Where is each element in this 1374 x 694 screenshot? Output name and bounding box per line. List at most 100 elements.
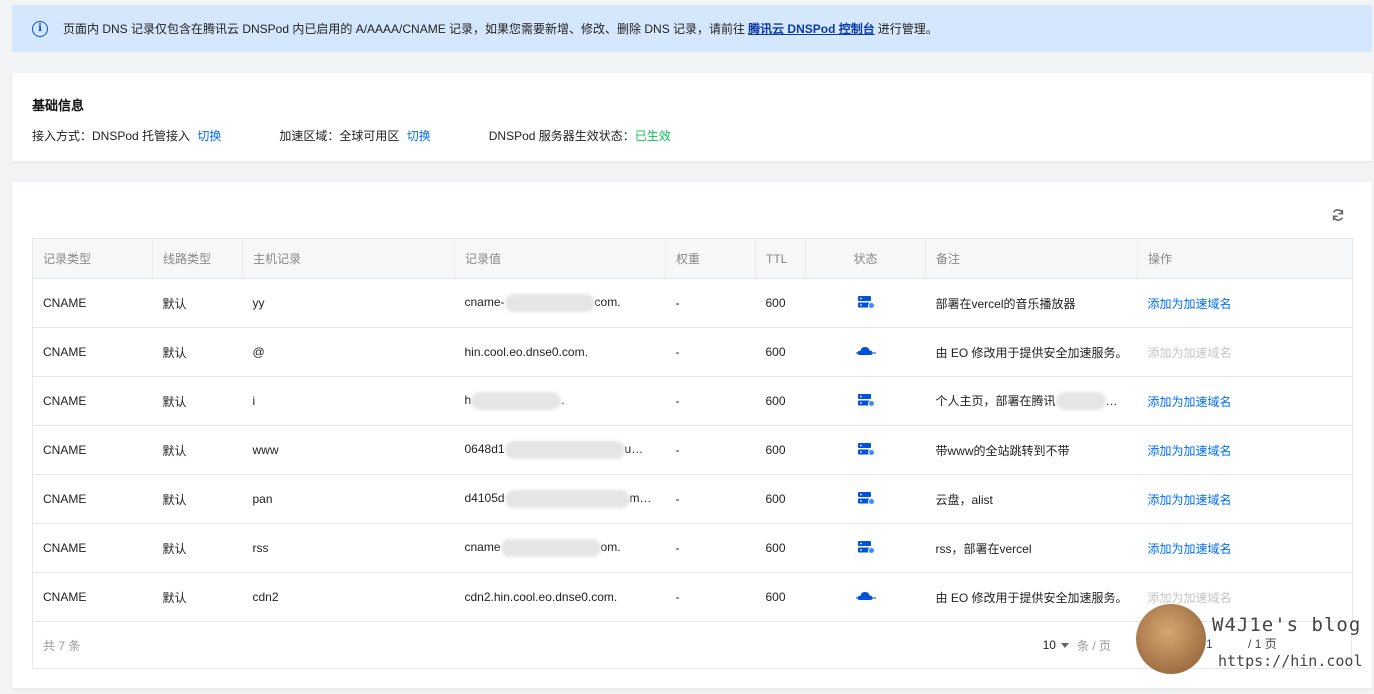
refresh-icon[interactable] [1331,208,1345,222]
access-method: 接入方式：DNSPod 托管接入 切换 [32,127,221,144]
region-label: 加速区域：全球可用区 [279,129,400,143]
cell-line-type: 默认 [152,278,243,328]
region-switch-link[interactable]: 切换 [407,129,431,143]
cell-record-type: CNAME [32,572,153,622]
record-value-suffix: . [561,393,565,408]
ttl: 600 [765,394,786,408]
cell-status [805,327,926,377]
weight: - [675,492,680,506]
host-record: yy [252,296,265,310]
cell-operation: 添加为加速域名 [1137,474,1353,524]
add-acceleration-domain-link[interactable]: 添加为加速域名 [1148,542,1232,556]
pagination-page-info: 1 / 1 页 [1206,635,1277,652]
header-host: 主机记录 [242,238,455,279]
remark: 由 EO 修改用于提供安全加速服务。 [935,590,1128,605]
cell-line-type: 默认 [152,327,243,377]
record-value: cdn2.hin.cool.eo.dnse0.com. [464,590,618,604]
add-acceleration-domain-link[interactable]: 添加为加速域名 [1148,395,1232,409]
server-icon [857,491,875,505]
header-line-type: 线路类型 [152,238,243,279]
total-count: 共 7 条 [43,638,81,653]
header-weight: 权重 [665,238,756,279]
cell-value: cname om. [454,523,666,573]
access-switch-link[interactable]: 切换 [197,129,221,143]
line-type: 默认 [162,443,187,458]
record-value: 0648d1 [464,442,505,457]
record-value: cname- [464,295,505,310]
cell-remark: 部署在vercel的音乐播放器 [925,278,1138,328]
cell-value: h. [454,376,666,426]
header-value: 记录值 [454,238,666,279]
cell-line-type: 默认 [152,376,243,426]
notice-banner: i 页面内 DNS 记录仅包含在腾讯云 DNSPod 内已启用的 A/AAAA/… [12,5,1372,52]
ttl: 600 [765,492,786,506]
record-value-suffix: com. [594,295,621,310]
line-type: 默认 [162,541,187,556]
table-row: CNAME 默认 yy cname-com. -600 部署在vercel的音乐播放器添… [32,278,1353,328]
cell-status [805,474,926,524]
cell-record-type: CNAME [32,327,153,377]
cell-remark: rss，部署在vercel [925,523,1138,573]
access-method-label: 接入方式：DNSPod 托管接入 [32,129,191,143]
cell-ttl: 600 [755,278,806,328]
ttl: 600 [765,541,786,555]
cell-line-type: 默认 [152,425,243,475]
record-value-suffix: m… [629,491,652,506]
dnspod-console-link[interactable]: 腾讯云 DNSPod 控制台 [748,20,875,37]
ttl: 600 [765,345,786,359]
record-type: CNAME [43,492,87,506]
remark: 带www的全站跳转到不带 [935,443,1070,458]
server-status-label: DNSPod 服务器生效状态： [488,129,635,143]
watermark-url: https://hin.cool [1218,652,1363,670]
cell-remark: 云盘，alist [925,474,1138,524]
cell-weight: - [665,376,756,426]
add-acceleration-domain-link: 添加为加速域名 [1147,590,1232,605]
add-acceleration-domain-link[interactable]: 添加为加速域名 [1148,493,1232,507]
page-size-value: 10 [1042,638,1056,652]
record-value: hin.cool.eo.dnse0.com. [464,345,588,359]
record-type: CNAME [43,443,87,457]
blog-watermark: W4J1e's blog 1 / 1 页 https://hin.cool [1134,604,1372,680]
cell-ttl: 600 [755,327,806,377]
line-type: 默认 [162,296,187,311]
line-type: 默认 [162,345,187,360]
cell-status [805,425,926,475]
add-acceleration-domain-link[interactable]: 添加为加速域名 [1148,297,1232,311]
redacted-blur [504,441,625,459]
cell-weight: - [665,474,756,524]
remark-suffix: … [1105,393,1118,408]
header-operation: 操作 [1137,238,1353,279]
table-row: CNAME 默认 @ hin.cool.eo.dnse0.com. - 600 由 EO … [32,327,1353,377]
weight: - [675,590,680,604]
cell-line-type: 默认 [152,474,243,524]
remark: 个人主页，部署在腾讯 [935,393,1056,408]
header-status: 状态 [805,238,926,279]
chevron-down-icon [1060,643,1069,649]
cloud-icon [855,346,876,355]
server-icon [857,295,875,309]
weight: - [675,345,680,359]
cell-host: @ [242,327,455,377]
server-status-value: 已生效 [634,129,671,143]
cell-status [805,572,926,622]
cell-host: i [242,376,455,426]
cell-host: pan [242,474,455,524]
cell-ttl: 600 [755,376,806,426]
cell-line-type: 默认 [152,572,243,622]
host-record: rss [252,541,269,555]
avatar [1136,604,1206,674]
cell-value: cdn2.hin.cool.eo.dnse0.com. [454,572,666,622]
cell-remark: 个人主页，部署在腾讯 … [925,376,1138,426]
page-current-input[interactable]: 1 [1206,637,1213,651]
cell-ttl: 600 [755,474,806,524]
redacted-blur [500,539,601,557]
cell-weight: - [665,278,756,328]
line-type: 默认 [162,394,187,409]
cell-ttl: 600 [755,425,806,475]
record-type: CNAME [43,590,87,604]
page-size-select[interactable]: 10 [1043,638,1069,652]
cell-host: rss [242,523,455,573]
add-acceleration-domain-link[interactable]: 添加为加速域名 [1148,444,1232,458]
cell-weight: - [665,425,756,475]
cell-value: cname-com. [454,278,666,328]
